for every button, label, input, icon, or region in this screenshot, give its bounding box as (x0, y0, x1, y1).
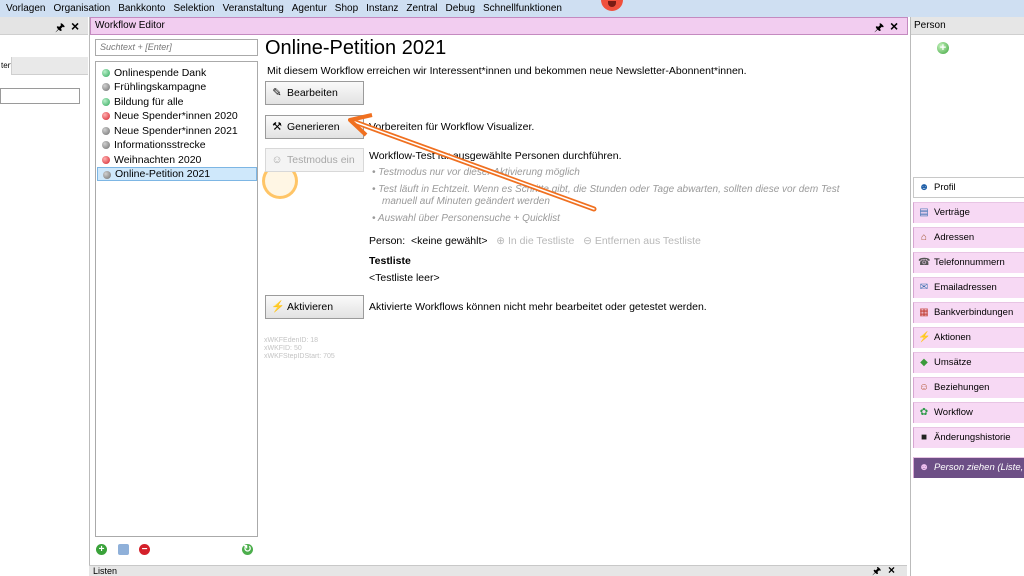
menu-shop[interactable]: Shop (333, 3, 364, 14)
person-nav-item[interactable]: ▤ Verträge (913, 202, 1024, 223)
person-nav-item[interactable]: ✿ Workflow (913, 402, 1024, 423)
menu-bankkonto[interactable]: Bankkonto (116, 3, 171, 14)
left-panel-tabs: tert (0, 57, 88, 75)
person-nav-item[interactable]: ☎ Telefonnummern (913, 252, 1024, 273)
left-panel-header: 🖈 × (0, 17, 88, 35)
person-nav-item[interactable]: ☻ Profil (913, 177, 1024, 198)
person-nav-item[interactable]: ☻Person ziehen (Liste, etc.) (913, 457, 1024, 478)
money-icon: ◆ (920, 357, 928, 368)
mail-icon: ✉ (919, 282, 929, 293)
left-panel-tab[interactable]: tert (0, 57, 12, 75)
person-icon: ☻ (918, 182, 930, 193)
person-panel-title: Person (911, 17, 1024, 35)
listen-panel: Listen 🖈 × (89, 563, 907, 576)
menu-organisation[interactable]: Organisation (51, 3, 116, 14)
contract-icon: ▤ (919, 207, 929, 218)
workflow-editor-window: Workflow Editor 🖈 × Suchtext + [Enter] O… (89, 17, 908, 565)
pin-icon[interactable]: 🖈 (872, 564, 881, 576)
add-person-icon[interactable]: + (937, 42, 949, 54)
history-icon: ■ (920, 432, 928, 443)
pin-icon[interactable]: 🖈 (55, 19, 65, 38)
left-panel-input[interactable] (0, 88, 80, 104)
people-icon: ☺ (918, 382, 930, 393)
person-nav-item[interactable]: ✉ Emailadressen (913, 277, 1024, 298)
drag-person-icon: ☻ (918, 462, 930, 473)
phone-icon: ☎ (918, 257, 931, 268)
person-nav-item[interactable]: ▦ Bankverbindungen (913, 302, 1024, 323)
house-icon: ⌂ (920, 232, 928, 243)
left-panel: 🖈 × tert (0, 17, 88, 576)
menu-debug[interactable]: Debug (444, 3, 481, 14)
person-nav-item[interactable]: ☺ Beziehungen (913, 377, 1024, 398)
menu-instanz[interactable]: Instanz (364, 3, 404, 14)
menu-vorlagen[interactable]: Vorlagen (4, 3, 51, 14)
menu-veranstaltung[interactable]: Veranstaltung (221, 3, 290, 14)
close-icon[interactable]: × (71, 18, 79, 34)
person-panel: Person + ☻ Profil ▤ Verträge ⌂ Adressen ☎ Te… (910, 17, 1024, 576)
annotation-arrow (348, 113, 597, 212)
bank-icon: ▦ (919, 307, 929, 318)
menu-agentur[interactable]: Agentur (290, 3, 333, 14)
menu-selektion[interactable]: Selektion (171, 3, 220, 14)
person-nav-item[interactable]: ■ Änderungshistorie (913, 427, 1024, 448)
person-nav-item[interactable]: ⌂ Adressen (913, 227, 1024, 248)
person-nav-item[interactable]: ⚡ Aktionen (913, 327, 1024, 348)
lightning-icon: ⚡ (918, 332, 931, 343)
close-icon[interactable]: × (888, 563, 895, 576)
person-nav-item[interactable]: ◆ Umsätze (913, 352, 1024, 373)
listen-panel-title: Listen (93, 566, 118, 576)
menu-zentral[interactable]: Zentral (404, 3, 443, 14)
workflow-icon: ✿ (919, 407, 929, 418)
menu-bar: Vorlagen Organisation Bankkonto Selektio… (0, 0, 1024, 17)
menu-schnellfunktionen[interactable]: Schnellfunktionen (481, 3, 568, 14)
